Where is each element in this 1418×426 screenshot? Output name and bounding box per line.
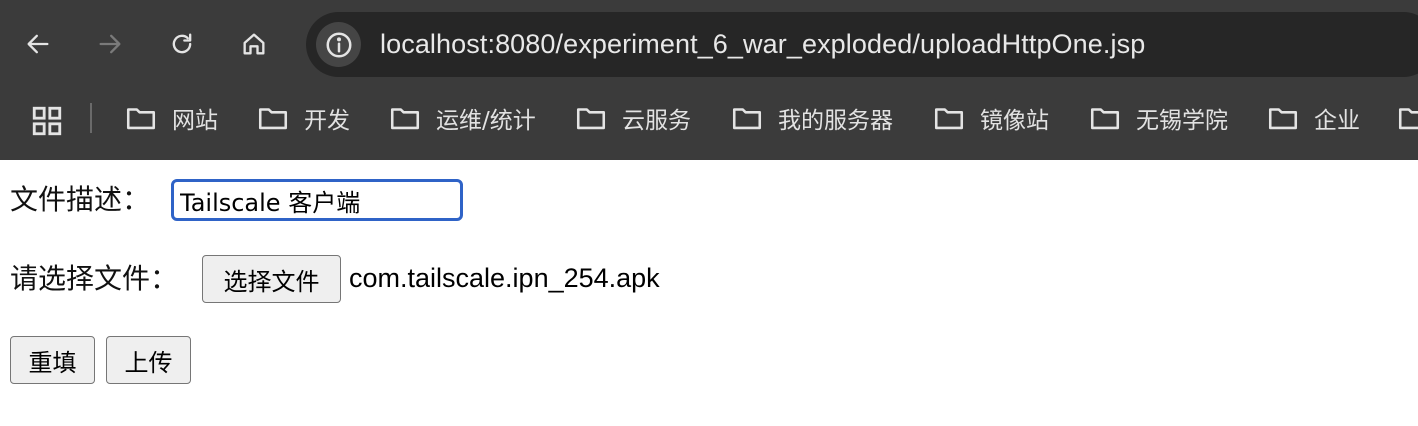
reload-button[interactable] — [160, 22, 204, 66]
bookmark-label: 无锡学院 — [1136, 108, 1228, 134]
reset-button[interactable]: 重填 — [10, 336, 95, 384]
folder-icon — [126, 108, 156, 130]
bookmark-label: 企业 — [1314, 108, 1360, 134]
description-input[interactable] — [171, 179, 463, 221]
arrow-right-icon — [99, 34, 121, 54]
folder-icon — [258, 108, 288, 130]
upload-button[interactable]: 上传 — [106, 336, 191, 384]
bookmark-label: 云服务 — [622, 108, 691, 134]
arrow-left-icon — [27, 34, 49, 54]
folder-icon — [390, 108, 420, 130]
bookmark-label: 运维/统计 — [436, 108, 536, 134]
bookmark-folder-my-servers[interactable]: 我的服务器 — [730, 96, 893, 140]
folder-icon — [1268, 108, 1298, 130]
info-icon — [326, 32, 351, 57]
apps-button[interactable] — [30, 104, 64, 138]
home-button[interactable] — [232, 22, 276, 66]
folder-icon — [1090, 108, 1120, 130]
bookmark-folder-enterprise[interactable]: 企业 — [1266, 96, 1360, 140]
bookmark-label: 我的服务器 — [778, 108, 893, 134]
browser-toolbar: localhost:8080/experiment_6_war_exploded… — [0, 0, 1418, 88]
back-button[interactable] — [16, 22, 60, 66]
page-content: 文件描述： 请选择文件： 选择文件 com.tailscale.ipn_254.… — [0, 160, 1418, 426]
bookmark-folder-development[interactable]: 开发 — [256, 96, 350, 140]
home-icon — [243, 33, 265, 55]
bookmark-folder-university[interactable]: 无锡学院 — [1088, 96, 1228, 140]
description-label: 文件描述： — [10, 183, 151, 216]
folder-icon — [934, 108, 964, 130]
bookmark-folder-mirrors[interactable]: 镜像站 — [932, 96, 1049, 140]
selected-file-name: com.tailscale.ipn_254.apk — [349, 263, 660, 293]
bookmark-folder-overflow[interactable] — [1396, 96, 1418, 140]
browser-chrome: localhost:8080/experiment_6_war_exploded… — [0, 0, 1418, 160]
choose-file-button[interactable]: 选择文件 — [202, 255, 341, 303]
apps-grid-icon — [32, 106, 62, 136]
folder-icon — [576, 108, 606, 130]
bookmark-label: 开发 — [304, 108, 350, 134]
site-info-button[interactable] — [316, 22, 361, 67]
bookmark-folder-ops[interactable]: 运维/统计 — [388, 96, 536, 140]
address-bar[interactable]: localhost:8080/experiment_6_war_exploded… — [306, 12, 1418, 77]
reload-icon — [172, 33, 192, 54]
bookmark-folder-cloud[interactable]: 云服务 — [574, 96, 691, 140]
bookmarks-divider — [90, 103, 92, 133]
bookmarks-bar: 网站 开发 运维/统计 云服务 我的服务器 镜像站 无锡学院 企业 — [0, 88, 1418, 160]
url-text[interactable]: localhost:8080/experiment_6_war_exploded… — [380, 12, 1145, 77]
bookmark-label: 镜像站 — [980, 108, 1049, 134]
file-label: 请选择文件： — [10, 262, 179, 295]
folder-icon — [732, 108, 762, 130]
forward-button[interactable] — [88, 22, 132, 66]
folder-icon — [1398, 108, 1418, 130]
bookmark-folder-websites[interactable]: 网站 — [124, 96, 218, 140]
bookmark-label: 网站 — [172, 108, 218, 134]
